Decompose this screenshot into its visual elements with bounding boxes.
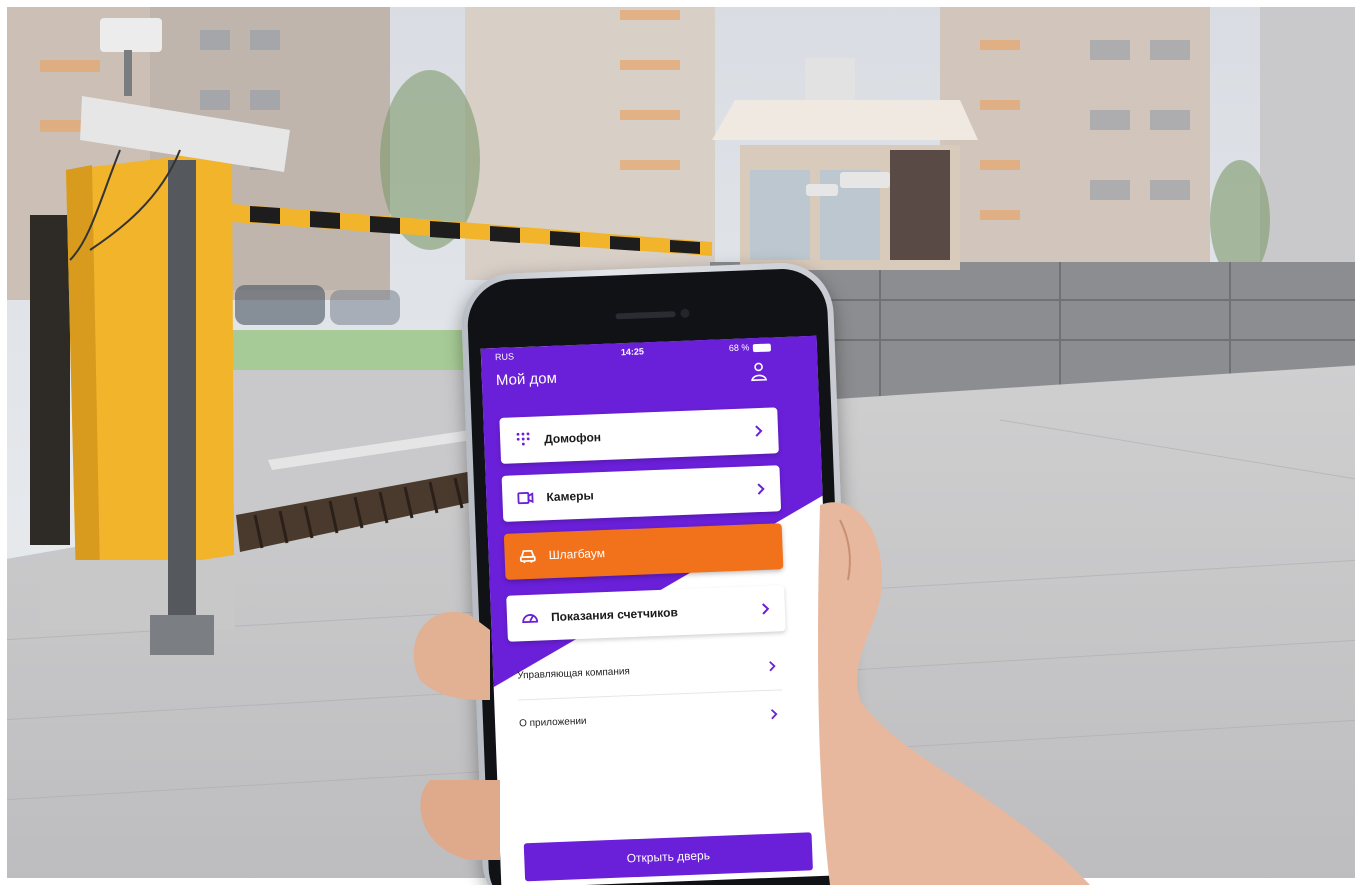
chevron-right-icon <box>769 660 776 671</box>
chevron-right-icon <box>762 603 770 615</box>
menu-item-about-app[interactable]: О приложении <box>518 693 783 743</box>
smartphone: RUS 14:25 68 % Мой дом Домофон Камеры Шл… <box>459 261 857 885</box>
menu-card-meter-readings[interactable]: Показания счетчиков <box>506 585 786 642</box>
page-title: Мой дом <box>495 369 558 390</box>
menu-card-label: Шлагбаум <box>548 546 606 563</box>
gauge-icon <box>522 614 539 624</box>
carrier-label: RUS <box>494 351 515 363</box>
chevron-right-icon <box>755 425 763 437</box>
car-icon <box>519 549 536 564</box>
menu-card-label: Показания счетчиков <box>550 605 679 625</box>
menu-item-management-company[interactable]: Управляющая компания <box>516 645 781 695</box>
user-profile-icon[interactable] <box>749 362 768 383</box>
battery-indicator: 68 % <box>728 342 771 354</box>
open-door-button[interactable]: Открыть дверь <box>523 832 813 882</box>
phone-body: RUS 14:25 68 % Мой дом Домофон Камеры Шл… <box>466 267 851 885</box>
menu-card-label: Камеры <box>546 488 594 505</box>
app-screen: RUS 14:25 68 % Мой дом Домофон Камеры Шл… <box>480 335 838 885</box>
battery-icon <box>752 343 771 352</box>
menu-card-barrier[interactable]: Шлагбаум <box>503 523 784 580</box>
clock: 14:25 <box>620 346 645 358</box>
menu-item-label: О приложении <box>518 715 587 729</box>
dialpad-icon <box>516 432 530 446</box>
chevron-right-icon <box>757 483 765 495</box>
battery-percent: 68 % <box>728 342 750 354</box>
photo-scene: RUS 14:25 68 % Мой дом Домофон Камеры Шл… <box>0 0 1362 885</box>
menu-card-label: Домофон <box>543 430 602 447</box>
chevron-right-icon <box>770 708 778 719</box>
camera-icon <box>517 492 534 505</box>
earpiece-speaker <box>615 311 676 320</box>
front-camera-icon <box>680 308 690 318</box>
menu-item-label: Управляющая компания <box>517 665 631 681</box>
